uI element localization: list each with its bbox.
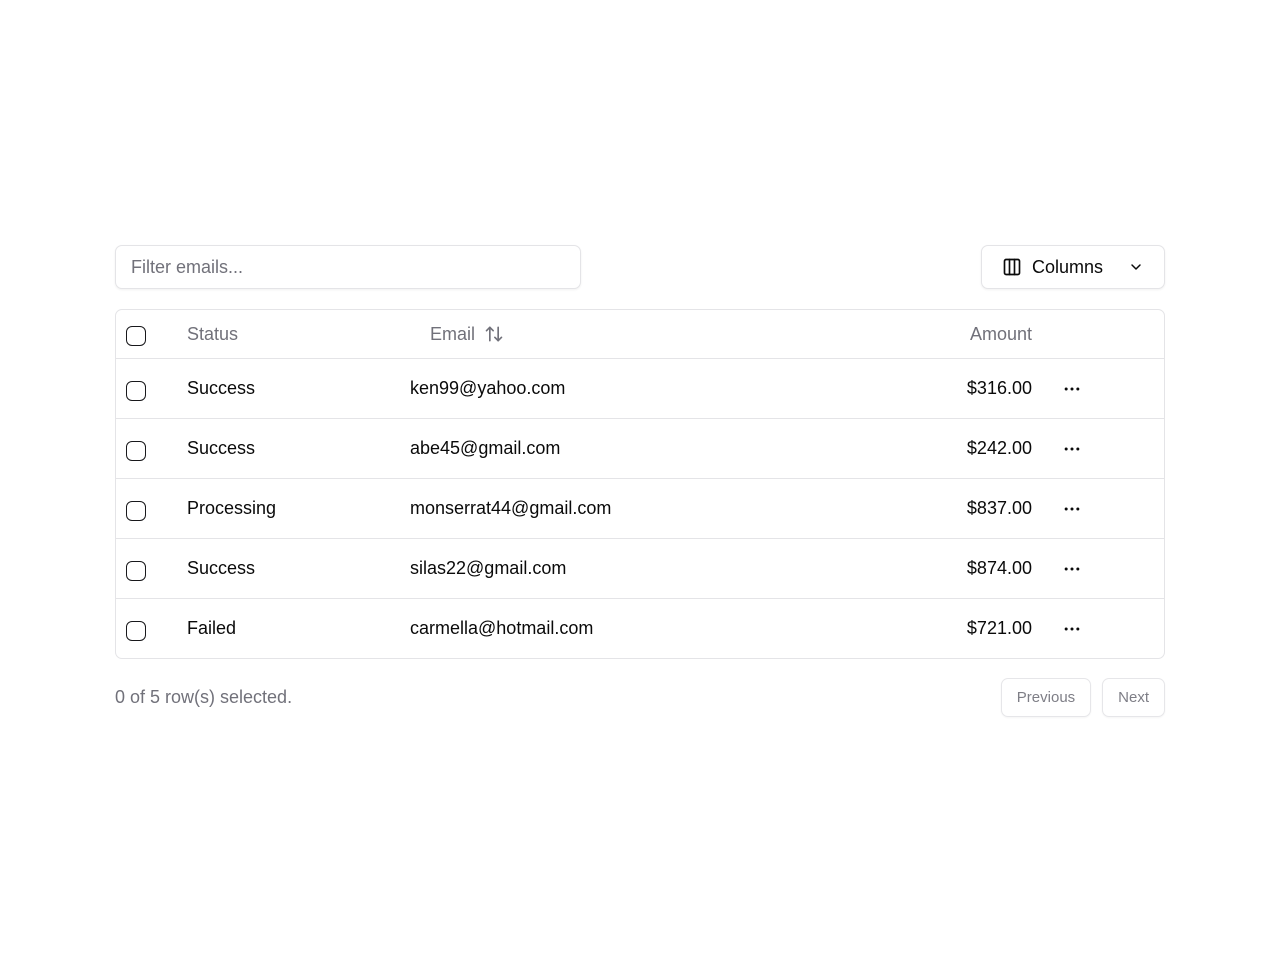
row-email: silas22@gmail.com: [410, 558, 567, 578]
status-column-header: Status: [187, 323, 239, 344]
row-amount: $316.00: [966, 378, 1032, 398]
row-check-cell: [116, 617, 187, 641]
email-sort-button[interactable]: Email: [430, 324, 504, 345]
row-amount: $874.00: [966, 558, 1032, 578]
table-row: Success ken99@yahoo.com $316.00: [116, 358, 1164, 418]
table-row: Success abe45@gmail.com $242.00: [116, 418, 1164, 478]
row-amount: $837.00: [966, 498, 1032, 518]
row-check-cell: [116, 557, 187, 581]
row-select-checkbox[interactable]: [126, 560, 146, 581]
row-actions-cell: [1032, 617, 1164, 641]
sort-arrows-icon: [484, 324, 504, 344]
row-status: Failed: [187, 618, 237, 638]
payments-table: Status Email Amount Success ken99@yahoo.…: [115, 309, 1165, 659]
columns-button[interactable]: Columns: [981, 245, 1165, 289]
data-table-panel: Columns Status Email: [115, 245, 1165, 717]
selection-count-text: 0 of 5 row(s) selected.: [115, 686, 293, 707]
row-email: monserrat44@gmail.com: [410, 498, 612, 518]
row-amount: $242.00: [966, 438, 1032, 458]
row-select-checkbox[interactable]: [126, 620, 146, 641]
more-horizontal-icon[interactable]: [1060, 557, 1084, 581]
row-email: carmella@hotmail.com: [410, 618, 594, 638]
row-email: ken99@yahoo.com: [410, 378, 566, 398]
row-check-cell: [116, 437, 187, 461]
row-actions-cell: [1032, 497, 1164, 521]
more-horizontal-icon[interactable]: [1060, 437, 1084, 461]
row-actions-cell: [1032, 377, 1164, 401]
more-horizontal-icon[interactable]: [1060, 497, 1084, 521]
next-page-button[interactable]: Next: [1102, 677, 1165, 717]
table-row: Processing monserrat44@gmail.com $837.00: [116, 478, 1164, 538]
pagination: Previous Next: [1000, 677, 1165, 717]
row-actions-cell: [1032, 437, 1164, 461]
table-header-row: Status Email Amount: [116, 310, 1164, 358]
row-status: Success: [187, 378, 256, 398]
email-header-cell: Email: [410, 324, 773, 345]
row-select-checkbox[interactable]: [126, 380, 146, 401]
table-row: Failed carmella@hotmail.com $721.00: [116, 598, 1164, 658]
row-actions-cell: [1032, 557, 1164, 581]
row-check-cell: [116, 377, 187, 401]
row-status: Success: [187, 558, 256, 578]
more-horizontal-icon[interactable]: [1060, 617, 1084, 641]
row-status: Processing: [187, 498, 277, 518]
table-footer: 0 of 5 row(s) selected. Previous Next: [115, 677, 1165, 717]
row-check-cell: [116, 497, 187, 521]
more-horizontal-icon[interactable]: [1060, 377, 1084, 401]
previous-page-button[interactable]: Previous: [1000, 677, 1092, 717]
filter-emails-input[interactable]: [115, 245, 581, 289]
select-all-checkbox[interactable]: [126, 326, 146, 346]
columns-icon: [1002, 257, 1022, 277]
row-status: Success: [187, 438, 256, 458]
table-toolbar: Columns: [115, 245, 1165, 289]
row-email: abe45@gmail.com: [410, 438, 561, 458]
row-amount: $721.00: [966, 618, 1032, 638]
row-select-checkbox[interactable]: [126, 440, 146, 461]
amount-column-header: Amount: [969, 323, 1032, 344]
row-select-checkbox[interactable]: [126, 500, 146, 521]
columns-button-label: Columns: [1032, 256, 1104, 277]
chevron-down-icon: [1128, 259, 1144, 275]
header-check-cell: [116, 322, 187, 346]
table-row: Success silas22@gmail.com $874.00: [116, 538, 1164, 598]
email-column-header: Email: [430, 323, 476, 344]
